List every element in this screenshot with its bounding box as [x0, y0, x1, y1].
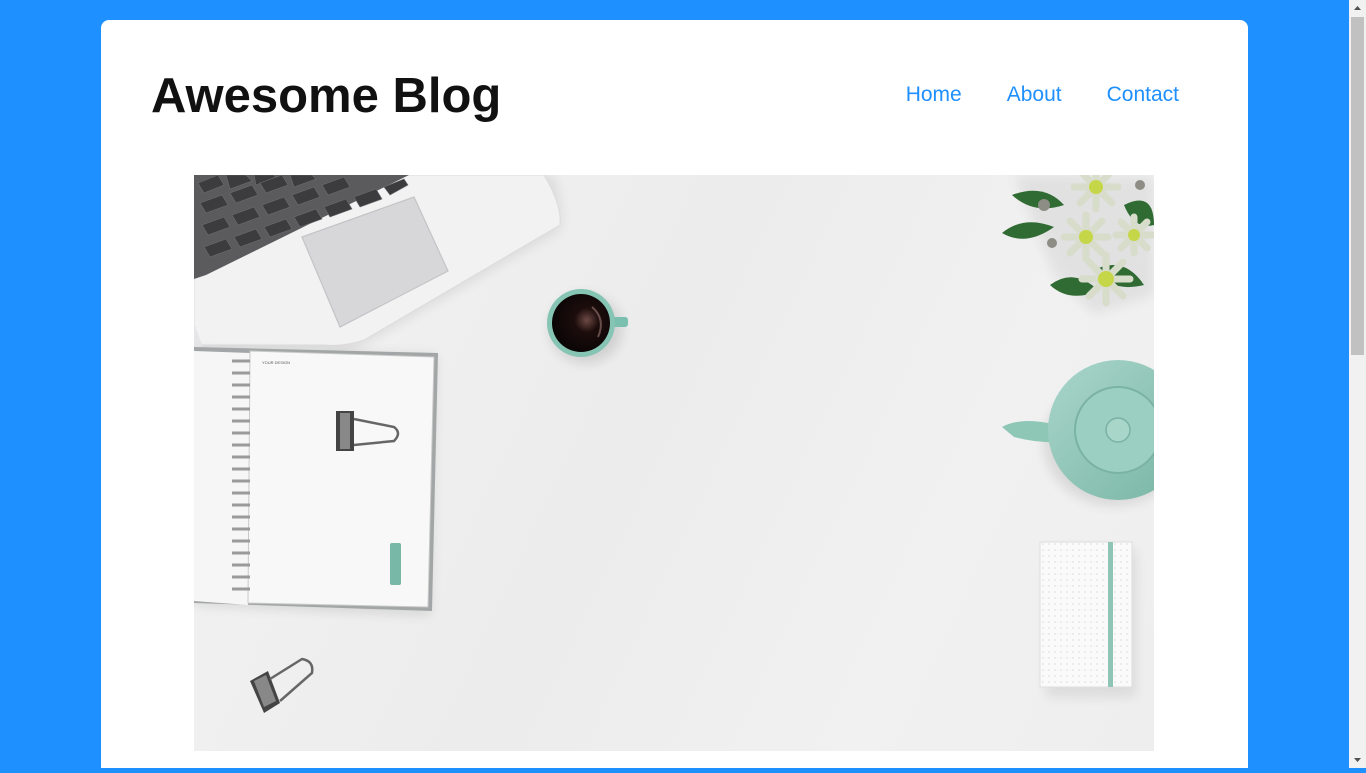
- nav-contact-link[interactable]: Contact: [1107, 83, 1179, 107]
- scroll-down-arrow-icon[interactable]: [1349, 751, 1366, 768]
- teapot: [1002, 360, 1154, 505]
- hero-image: YOUR DESIGN: [194, 175, 1154, 751]
- main-nav: Home About Contact: [906, 83, 1179, 107]
- flower-bouquet: [1002, 175, 1154, 315]
- vertical-scrollbar[interactable]: [1349, 0, 1366, 768]
- nav-about-link[interactable]: About: [1007, 83, 1062, 107]
- notebook-cover-text: YOUR DESIGN: [262, 360, 290, 365]
- scrollbar-thumb[interactable]: [1351, 17, 1364, 355]
- desk-flatlay-illustration: YOUR DESIGN: [194, 175, 1154, 713]
- blog-title: Awesome Blog: [151, 69, 502, 123]
- laptop: [194, 175, 562, 355]
- page-viewport: Awesome Blog Home About Contact YOUR DES…: [0, 0, 1349, 768]
- spiral-notebook: YOUR DESIGN: [194, 347, 438, 615]
- coffee-cup: [547, 289, 628, 363]
- scroll-up-arrow-icon[interactable]: [1349, 0, 1366, 17]
- blog-card: Awesome Blog Home About Contact YOUR DES…: [101, 20, 1248, 768]
- binder-clip-small: [250, 657, 314, 713]
- nav-home-link[interactable]: Home: [906, 83, 962, 107]
- dotted-notebook: [1039, 541, 1136, 697]
